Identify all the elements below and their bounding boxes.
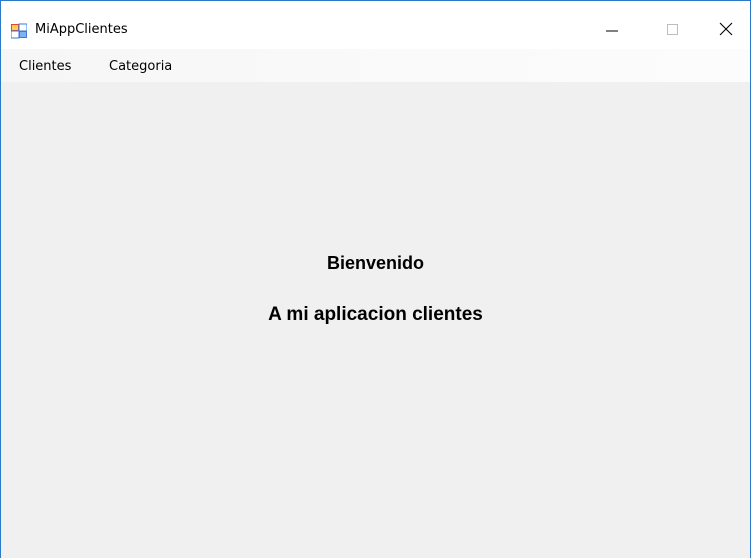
welcome-subtitle: A mi aplicacion clientes bbox=[268, 304, 483, 325]
app-icon bbox=[10, 23, 28, 39]
maximize-button[interactable] bbox=[650, 11, 696, 49]
menu-item-clientes[interactable]: Clientes bbox=[17, 58, 73, 75]
title-bar[interactable]: MiAppClientes bbox=[1, 1, 750, 49]
minimize-button[interactable] bbox=[589, 11, 635, 49]
menu-bar: Clientes Categoria bbox=[1, 49, 750, 82]
close-icon bbox=[719, 21, 733, 40]
maximize-icon bbox=[667, 21, 679, 40]
minimize-icon bbox=[606, 21, 618, 40]
window-title: MiAppClientes bbox=[35, 22, 128, 37]
menu-item-categoria[interactable]: Categoria bbox=[107, 58, 174, 75]
app-window: MiAppClientes Clientes Categoria Bienven… bbox=[0, 0, 751, 558]
welcome-title: Bienvenido bbox=[326, 253, 424, 273]
close-button[interactable] bbox=[703, 11, 749, 49]
